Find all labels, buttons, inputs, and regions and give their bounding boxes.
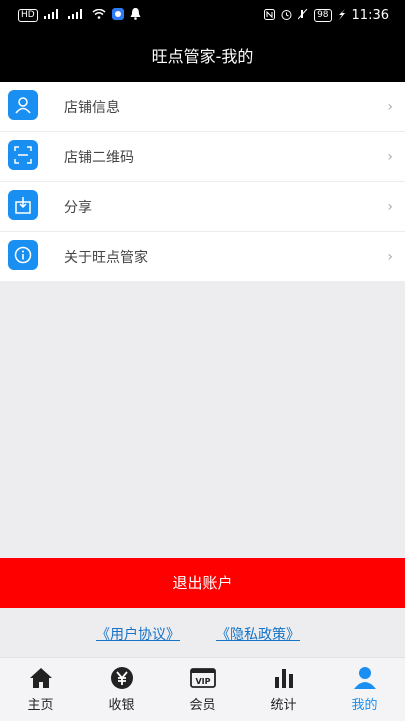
chevron-right-icon: › (387, 198, 393, 215)
menu-item-shop-info[interactable]: 店铺信息 › (0, 82, 405, 132)
tab-label: 会员 (189, 698, 216, 713)
menu-item-label: 店铺二维码 (64, 149, 134, 166)
chevron-right-icon: › (387, 248, 393, 265)
page-title: 旺点管家-我的 (0, 32, 405, 82)
tab-mine[interactable]: 我的 (324, 658, 405, 721)
menu-list: 店铺信息 › 店铺二维码 › 分享 › 关于旺点管家 › (0, 82, 405, 281)
agreement-links: 《用户协议》 《隐私政策》 (0, 624, 405, 646)
menu-item-label: 分享 (64, 199, 92, 216)
user-agreement-link[interactable]: 《用户协议》 (96, 624, 180, 644)
signal-icon-2 (67, 9, 86, 22)
tab-label: 我的 (351, 698, 378, 713)
info-icon (8, 240, 38, 270)
svg-text:VIP: VIP (195, 677, 210, 686)
mute-icon (297, 8, 308, 23)
logout-button[interactable]: 退出账户 (0, 558, 405, 608)
status-left: HD (18, 8, 141, 23)
tab-cashier[interactable]: 收银 (81, 658, 162, 721)
privacy-policy-link[interactable]: 《隐私政策》 (216, 624, 300, 644)
wifi-icon (92, 8, 106, 22)
menu-item-about[interactable]: 关于旺点管家 › (0, 232, 405, 281)
user-icon (352, 666, 378, 690)
alarm-icon (281, 9, 292, 23)
signal-icon (43, 9, 62, 22)
bar-chart-icon (271, 666, 297, 690)
tab-label: 主页 (27, 698, 54, 713)
tab-home[interactable]: 主页 (0, 658, 81, 721)
person-icon (8, 90, 38, 120)
tab-statistics[interactable]: 统计 (243, 658, 324, 721)
status-bar: HD 98 11:36 (0, 0, 405, 32)
qr-scan-icon (8, 140, 38, 170)
shield-app-icon (111, 8, 124, 23)
vip-icon: VIP (189, 666, 216, 690)
hd-badge: HD (18, 9, 38, 22)
menu-item-label: 关于旺点管家 (64, 249, 148, 266)
menu-item-shop-qrcode[interactable]: 店铺二维码 › (0, 132, 405, 182)
status-right: 98 11:36 (264, 8, 389, 23)
tab-member[interactable]: VIP 会员 (162, 658, 243, 721)
yen-icon (109, 666, 135, 690)
home-icon (28, 666, 54, 690)
notification-bell-icon (130, 8, 141, 23)
tab-label: 统计 (270, 698, 297, 713)
tab-label: 收银 (108, 698, 135, 713)
nfc-icon (264, 8, 276, 23)
chevron-right-icon: › (387, 98, 393, 115)
menu-item-share[interactable]: 分享 › (0, 182, 405, 232)
chevron-right-icon: › (387, 148, 393, 165)
share-icon (8, 190, 38, 220)
menu-item-label: 店铺信息 (64, 99, 120, 116)
status-time: 11:36 (351, 8, 389, 23)
bottom-tab-bar: 主页 收银 VIP 会员 统计 我的 (0, 657, 405, 721)
battery-indicator: 98 (314, 9, 332, 22)
charging-leaf-icon (338, 8, 346, 23)
